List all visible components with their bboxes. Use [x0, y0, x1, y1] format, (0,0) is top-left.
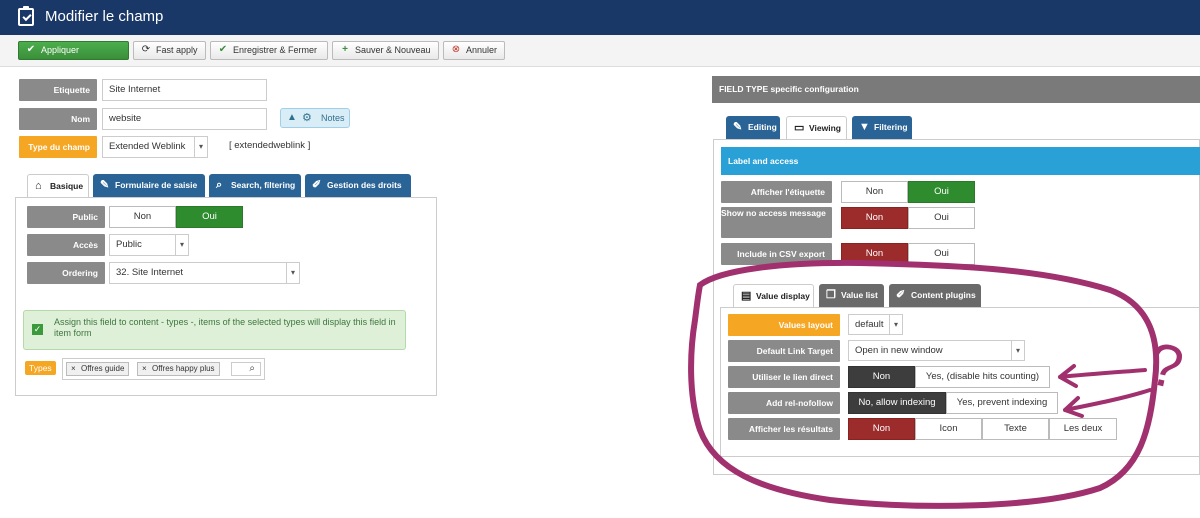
no-access-non[interactable]: Non: [841, 207, 908, 229]
type-select[interactable]: Extended Weblink ▾: [102, 136, 208, 158]
gear-icon: ⚙: [302, 112, 312, 124]
subtab-content-plugins[interactable]: ✐ Content plugins: [889, 284, 981, 307]
public-oui-button[interactable]: Oui: [176, 206, 243, 228]
monitor-icon: ▭: [794, 122, 805, 134]
etiquette-input[interactable]: Site Internet: [102, 79, 267, 101]
results-non[interactable]: Non: [848, 418, 915, 440]
apply-button[interactable]: ✔ Appliquer: [18, 41, 129, 60]
chevron-down-icon: ▾: [1011, 341, 1024, 360]
page-header: Modifier le champ: [0, 0, 1200, 35]
nom-input[interactable]: website: [102, 108, 267, 130]
assign-alert: ✓ Assign this field to content - types -…: [23, 310, 406, 350]
tab-basique[interactable]: ⌂ Basique: [27, 174, 89, 198]
results-icon[interactable]: Icon: [915, 418, 982, 440]
direct-link-non[interactable]: Non: [848, 366, 915, 388]
tab-formulaire[interactable]: ✎ Formulaire de saisie: [93, 174, 205, 197]
check-icon: ✔: [218, 44, 228, 55]
no-access-oui[interactable]: Oui: [908, 207, 975, 229]
tab-editing[interactable]: ✎ Editing: [726, 116, 780, 139]
edit-icon: ✎: [733, 121, 743, 133]
results-label: Afficher les résultats: [728, 418, 840, 440]
chevron-down-icon: ▾: [889, 315, 902, 334]
save-new-button[interactable]: + Sauver & Nouveau: [332, 41, 439, 60]
check-square-icon: ✔: [26, 44, 36, 55]
csv-non[interactable]: Non: [841, 243, 908, 265]
nom-label: Nom: [19, 108, 97, 130]
filter-icon: ▼: [859, 121, 870, 133]
values-layout-label: Values layout: [728, 314, 840, 336]
types-label: Types: [25, 361, 56, 375]
home-icon: ⌂: [35, 180, 42, 192]
show-label-oui[interactable]: Oui: [908, 181, 975, 203]
field-type-config-header: FIELD TYPE specific configuration: [712, 76, 1200, 103]
type-label: Type du champ: [19, 136, 97, 158]
nofollow-label: Add rel-nofollow: [728, 392, 840, 414]
tab-gestion-droits[interactable]: ✐ Gestion des droits: [305, 174, 411, 197]
cancel-button[interactable]: ⊗ Annuler: [443, 41, 505, 60]
show-label-label: Afficher l'étiquette: [721, 181, 832, 203]
type-code: [ extendedweblink ]: [229, 140, 311, 151]
csv-label: Include in CSV export: [721, 243, 832, 265]
public-label: Public: [27, 206, 105, 228]
edit-icon: ✎: [100, 179, 110, 191]
subtab-value-display[interactable]: ▤ Value display: [733, 284, 814, 308]
link-target-select[interactable]: Open in new window ▾: [848, 340, 1025, 361]
toolbar: ✔ Appliquer ⟳ Fast apply ✔ Enregistrer & Fe…: [0, 35, 1200, 67]
nofollow-no[interactable]: No, allow indexing: [848, 392, 946, 414]
access-select[interactable]: Public ▾: [109, 234, 189, 256]
notes-button[interactable]: ▲ ⚙ Notes: [280, 108, 350, 128]
ordering-select[interactable]: 32. Site Internet ▾: [109, 262, 300, 284]
feather-icon: ✐: [312, 179, 322, 191]
link-target-label: Default Link Target: [728, 340, 840, 362]
clipboard-check-icon: [18, 6, 34, 26]
document-icon: ▤: [741, 290, 752, 302]
remove-icon[interactable]: ×: [71, 363, 76, 375]
remove-icon[interactable]: ×: [142, 363, 147, 375]
csv-oui[interactable]: Oui: [908, 243, 975, 265]
cancel-circle-icon: ⊗: [451, 44, 461, 55]
plug-icon: ✐: [896, 289, 906, 301]
chevron-down-icon: ▾: [286, 263, 299, 283]
public-non-button[interactable]: Non: [109, 206, 176, 228]
copy-icon: ❐: [826, 289, 836, 301]
direct-link-yes[interactable]: Yes, (disable hits counting): [915, 366, 1050, 388]
type-tag[interactable]: × Offres guide: [66, 362, 130, 376]
tab-search-filtering[interactable]: ⌕ Search, filtering: [209, 174, 301, 197]
search-icon[interactable]: ⌕: [231, 362, 261, 376]
results-texte[interactable]: Texte: [982, 418, 1049, 440]
ordering-label: Ordering: [27, 262, 105, 284]
chevron-down-icon: ▾: [194, 137, 207, 157]
direct-link-label: Utiliser le lien direct: [728, 366, 840, 388]
page-title: Modifier le champ: [45, 8, 164, 25]
refresh-icon: ⟳: [141, 44, 151, 55]
subtab-value-list[interactable]: ❐ Value list: [819, 284, 884, 307]
no-access-label: Show no access message: [721, 207, 832, 238]
plus-icon: +: [342, 44, 348, 55]
label-access-section: Label and access: [721, 147, 1200, 175]
nofollow-yes[interactable]: Yes, prevent indexing: [946, 392, 1058, 414]
chevron-down-icon: ▾: [175, 235, 188, 255]
values-layout-select[interactable]: default ▾: [848, 314, 903, 335]
etiquette-label: Etiquette: [19, 79, 97, 101]
save-close-button[interactable]: ✔ Enregistrer & Fermer: [210, 41, 328, 60]
fast-apply-button[interactable]: ⟳ Fast apply: [133, 41, 206, 60]
search-icon: ⌕: [216, 179, 223, 191]
type-tag[interactable]: × Offres happy plus: [137, 362, 220, 376]
warning-icon: ▲: [287, 112, 297, 123]
types-input[interactable]: × Offres guide × Offres happy plus ⌕: [62, 358, 265, 380]
access-label: Accès: [27, 234, 105, 256]
tab-filtering[interactable]: ▼ Filtering: [852, 116, 912, 139]
results-les-deux[interactable]: Les deux: [1049, 418, 1117, 440]
tab-viewing[interactable]: ▭ Viewing: [786, 116, 847, 140]
show-label-non[interactable]: Non: [841, 181, 908, 203]
checkbox-icon: ✓: [32, 324, 43, 335]
